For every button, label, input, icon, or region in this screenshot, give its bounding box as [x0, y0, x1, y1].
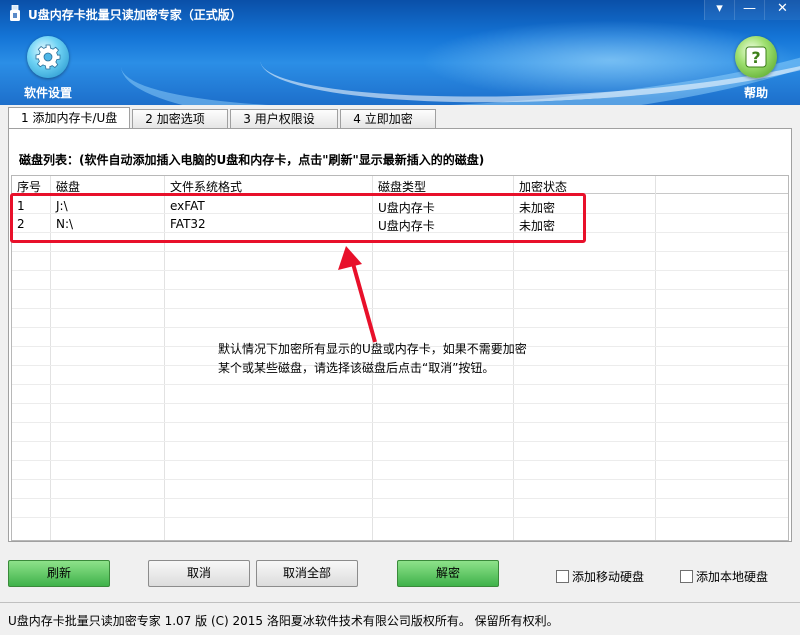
settings-button[interactable]: 软件设置 [18, 36, 78, 101]
title-bar: U盘内存卡批量只读加密专家（正式版） ▾ — ✕ [0, 0, 800, 28]
gear-icon [27, 36, 69, 78]
tab-add-card[interactable]: 1 添加内存卡/U盘 [8, 107, 131, 129]
help-button[interactable]: ? 帮助 [730, 36, 782, 101]
annotation-line-2: 某个或某些磁盘，请选择该磁盘后点击“取消”按钮。 [218, 361, 495, 375]
disk-list-caption: 磁盘列表：(软件自动添加插入电脑的U盘和内存卡，点击"刷新"显示最新插入的的磁盘… [19, 153, 485, 167]
tab-user-permissions[interactable]: 3 用户权限设置 [230, 109, 339, 144]
annotation-note: 默认情况下加密所有显示的U盘或内存卡，如果不需要加密 某个或某些磁盘，请选择该磁… [218, 340, 527, 378]
cancel-button[interactable]: 取消 [148, 560, 250, 587]
settings-label: 软件设置 [23, 86, 72, 100]
checkbox-box[interactable] [680, 570, 693, 583]
header-banner: U盘内存卡批量只读加密专家（正式版） ▾ — ✕ 软件设置 ? 帮助 [0, 0, 800, 105]
help-question-icon: ? [735, 36, 777, 78]
status-bar: U盘内存卡批量只读加密专家 1.07 版 (C) 2015 洛阳夏冰软件技术有限… [0, 602, 800, 635]
close-button[interactable]: ✕ [764, 0, 800, 20]
add-removable-disk-checkbox[interactable]: 添加移动硬盘 [556, 568, 644, 585]
annotation-line-1: 默认情况下加密所有显示的U盘或内存卡，如果不需要加密 [218, 342, 527, 356]
tab-panel: 磁盘列表：(软件自动添加插入电脑的U盘和内存卡，点击"刷新"显示最新插入的的磁盘… [8, 128, 792, 542]
add-local-disk-checkbox[interactable]: 添加本地硬盘 [680, 568, 768, 585]
window-title: U盘内存卡批量只读加密专家（正式版） [28, 8, 242, 22]
help-label: 帮助 [743, 86, 768, 100]
minimize-button[interactable]: — [734, 0, 764, 20]
app-usb-icon [8, 4, 22, 21]
table-header: 序号 磁盘 文件系统格式 磁盘类型 加密状态 [12, 176, 788, 194]
menu-dropdown-button[interactable]: ▾ [704, 0, 734, 20]
refresh-button[interactable]: 刷新 [8, 560, 110, 587]
cancel-all-button[interactable]: 取消全部 [256, 560, 358, 587]
checkbox-box[interactable] [556, 570, 569, 583]
svg-text:?: ? [751, 48, 760, 67]
tab-encrypt-options[interactable]: 2 加密选项 [132, 109, 229, 129]
tab-encrypt-now[interactable]: 4 立即加密 [340, 109, 437, 129]
decrypt-button[interactable]: 解密 [397, 560, 499, 587]
annotation-arrow [338, 246, 377, 343]
checkbox-label: 添加本地硬盘 [696, 570, 769, 584]
tab-strip: 1 添加内存卡/U盘 2 加密选项 3 用户权限设置 4 立即加密 [8, 107, 438, 144]
annotation-highlight-box [10, 193, 586, 243]
checkbox-label: 添加移动硬盘 [572, 570, 645, 584]
copyright-text: U盘内存卡批量只读加密专家 1.07 版 (C) 2015 洛阳夏冰软件技术有限… [8, 614, 559, 628]
